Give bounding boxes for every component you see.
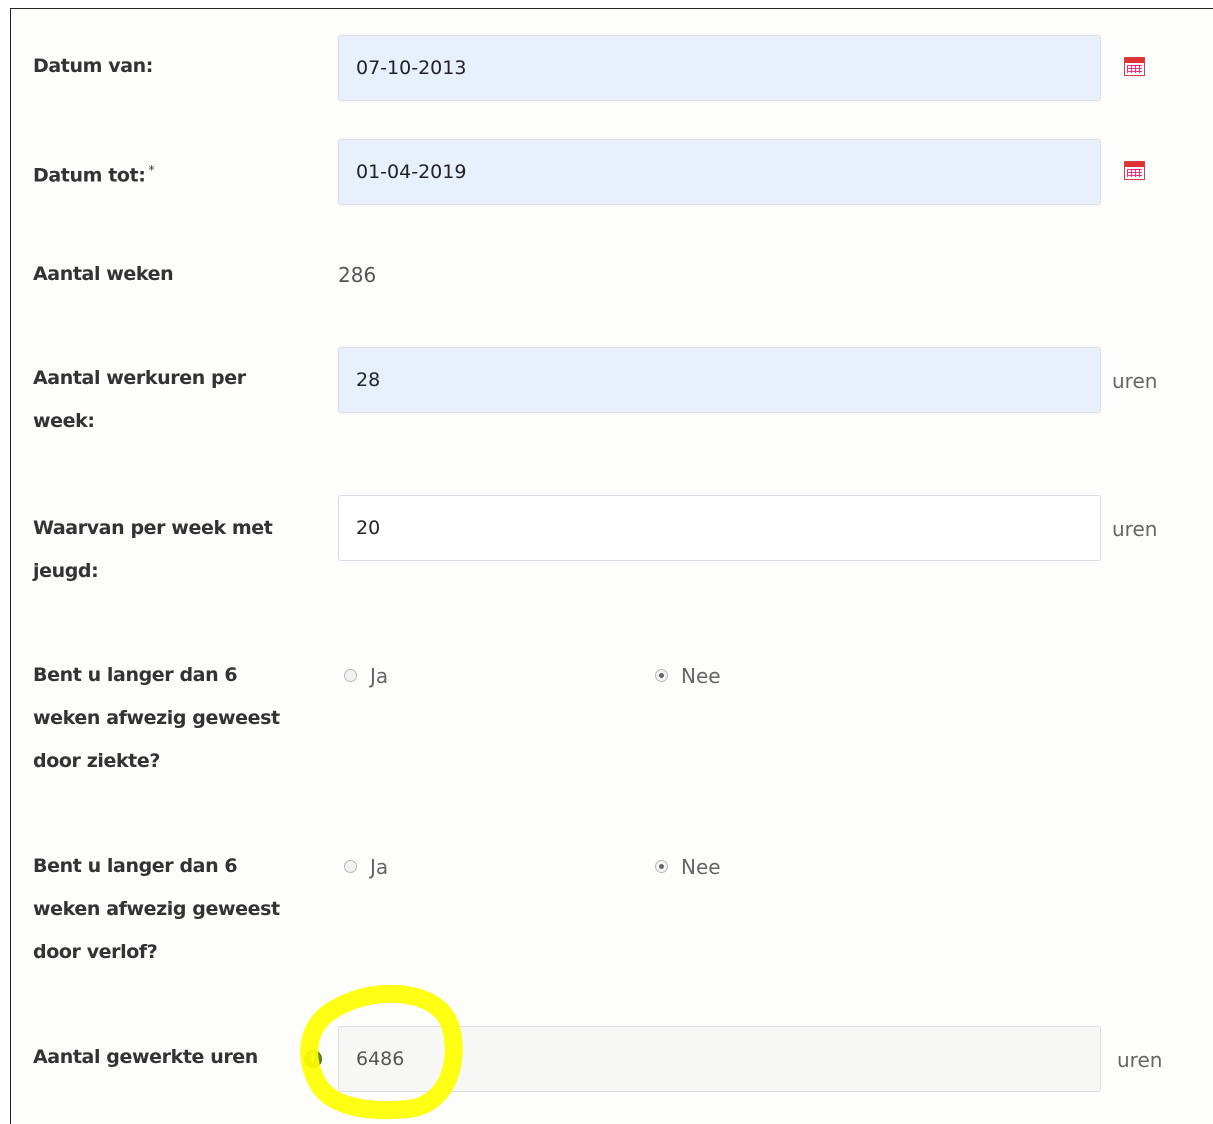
radio-ja-label: Ja	[370, 855, 389, 879]
label-gewerkte-uren: Aantal gewerkte uren	[33, 1046, 258, 1068]
jeugd-input[interactable]: 20	[338, 495, 1101, 561]
radio-nee-icon[interactable]	[655, 669, 668, 682]
ziekte-radio-nee[interactable]: Nee	[655, 664, 721, 688]
verlof-radio-nee[interactable]: Nee	[655, 855, 721, 879]
label-ziekte: Bent u langer dan 6 weken afwezig gewees…	[33, 664, 280, 772]
info-icon[interactable]: i	[304, 1050, 322, 1068]
datum-van-input[interactable]: 07-10-2013	[338, 35, 1101, 101]
label-jeugd: Waarvan per week met jeugd:	[33, 517, 273, 582]
radio-nee-label: Nee	[681, 664, 721, 688]
radio-ja-icon[interactable]	[344, 669, 357, 682]
datum-tot-input[interactable]: 01-04-2019	[338, 139, 1101, 205]
calendar-icon[interactable]	[1124, 161, 1145, 180]
label-werkuren: Aantal werkuren per week:	[33, 367, 246, 432]
radio-nee-label: Nee	[681, 855, 721, 879]
label-datum-van: Datum van:	[33, 55, 153, 77]
label-aantal-weken: Aantal weken	[33, 263, 174, 285]
radio-ja-label: Ja	[370, 664, 389, 688]
aantal-weken-value: 286	[338, 263, 377, 287]
jeugd-unit: uren	[1112, 517, 1158, 541]
radio-ja-icon[interactable]	[344, 860, 357, 873]
gewerkte-uren-input[interactable]: 6486	[338, 1026, 1101, 1092]
verlof-radio-ja[interactable]: Ja	[344, 855, 388, 879]
werkuren-unit: uren	[1112, 369, 1158, 393]
required-mark: *	[148, 163, 155, 177]
gewerkte-uren-unit: uren	[1117, 1048, 1163, 1072]
label-datum-tot: Datum tot: *	[33, 163, 155, 187]
radio-nee-icon[interactable]	[655, 860, 668, 873]
calendar-icon[interactable]	[1124, 57, 1145, 76]
ziekte-radio-ja[interactable]: Ja	[344, 664, 388, 688]
label-verlof: Bent u langer dan 6 weken afwezig gewees…	[33, 855, 280, 963]
werkuren-input[interactable]: 28	[338, 347, 1101, 413]
